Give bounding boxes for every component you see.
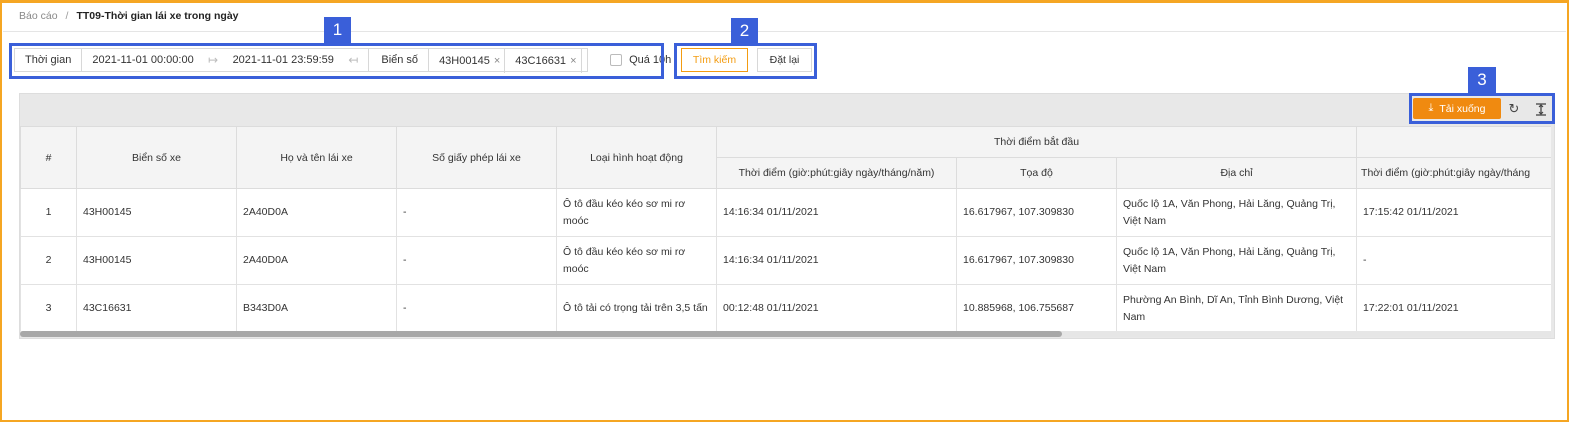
scrollbar-thumb[interactable] <box>20 331 1062 337</box>
table-row[interactable]: 3 43C16631 B343D0A - Ô tô tải có trọng t… <box>20 284 1551 331</box>
cell-license: - <box>396 236 557 285</box>
table-row[interactable]: 1 43H00145 2A40D0A - Ô tô đầu kéo kéo sơ… <box>20 188 1551 237</box>
column-group-end <box>1356 126 1551 158</box>
page-title: TT09-Thời gian lái xe trong ngày <box>76 10 239 22</box>
cell-index: 1 <box>20 188 77 237</box>
data-table-viewport[interactable]: # Biển số xe Họ và tên lái xe Số giấy ph… <box>20 126 1551 331</box>
cell-start-address: Quốc lộ 1A, Văn Phong, Hải Lăng, Quảng T… <box>1115 188 1358 237</box>
cell-plate: 43H00145 <box>76 236 237 285</box>
cell-index: 2 <box>20 236 77 285</box>
column-header-vehicle-type: Loại hình hoạt động <box>556 126 717 189</box>
breadcrumb-separator: / <box>65 10 69 22</box>
cell-index: 3 <box>20 284 77 331</box>
column-header-start-time: Thời điểm (giờ:phút:giây ngày/tháng/năm) <box>716 157 957 189</box>
column-header-start-coords: Tọa độ <box>956 157 1117 189</box>
column-header-driver: Họ và tên lái xe <box>236 126 397 189</box>
cell-end-time: 17:15:42 01/11/2021 <box>1356 188 1551 237</box>
cell-driver: 2A40D0A <box>236 236 397 285</box>
callout-box-filters <box>9 43 664 79</box>
cell-start-coords: 10.885968, 106.755687 <box>956 284 1117 331</box>
cell-start-time: 00:12:48 01/11/2021 <box>716 284 957 331</box>
data-table: # Biển số xe Họ và tên lái xe Số giấy ph… <box>20 126 1551 331</box>
column-header-start-address: Địa chỉ <box>1115 157 1358 189</box>
column-header-end-time: Thời điểm (giờ:phút:giây ngày/tháng <box>1356 157 1551 189</box>
table-row[interactable]: 2 43H00145 2A40D0A - Ô tô đầu kéo kéo sơ… <box>20 236 1551 285</box>
header-divider <box>3 31 1566 32</box>
cell-plate: 43H00145 <box>76 188 237 237</box>
cell-start-address: Phường An Bình, Dĩ An, Tỉnh Bình Dương, … <box>1115 284 1358 331</box>
cell-driver: B343D0A <box>236 284 397 331</box>
cell-vehicle-type: Ô tô tải có trọng tải trên 3,5 tấn <box>556 284 717 331</box>
breadcrumb: Báo cáo / TT09-Thời gian lái xe trong ngày <box>19 10 239 22</box>
cell-vehicle-type: Ô tô đầu kéo kéo sơ mi rơ moóc <box>556 236 717 285</box>
cell-start-coords: 16.617967, 107.309830 <box>956 236 1117 285</box>
cell-start-coords: 16.617967, 107.309830 <box>956 188 1117 237</box>
cell-end-time: 17:22:01 01/11/2021 <box>1356 284 1551 331</box>
callout-number: 2 <box>731 18 758 44</box>
cell-plate: 43C16631 <box>76 284 237 331</box>
cell-start-time: 14:16:34 01/11/2021 <box>716 188 957 237</box>
horizontal-scrollbar[interactable] <box>20 331 1551 337</box>
callout-box-actions <box>674 43 817 79</box>
cell-driver: 2A40D0A <box>236 188 397 237</box>
cell-vehicle-type: Ô tô đầu kéo kéo sơ mi rơ moóc <box>556 188 717 237</box>
callout-number: 3 <box>1468 67 1496 93</box>
column-header-license: Số giấy phép lái xe <box>396 126 557 189</box>
column-header-index: # <box>20 126 77 189</box>
cell-start-time: 14:16:34 01/11/2021 <box>716 236 957 285</box>
column-group-start: Thời điểm bắt đầu <box>715 126 1358 158</box>
cell-start-address: Quốc lộ 1A, Văn Phong, Hải Lăng, Quảng T… <box>1115 236 1358 285</box>
column-header-plate: Biển số xe <box>76 126 237 189</box>
callout-number: 1 <box>324 17 351 43</box>
cell-license: - <box>396 188 557 237</box>
cell-license: - <box>396 284 557 331</box>
callout-box-tools <box>1409 93 1555 124</box>
cell-end-time: - <box>1356 236 1551 285</box>
breadcrumb-root[interactable]: Báo cáo <box>19 10 58 22</box>
